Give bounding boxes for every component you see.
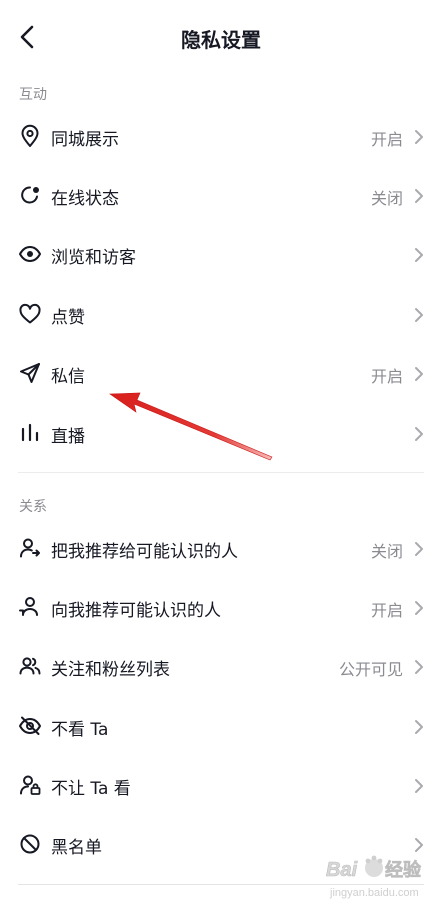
user-recommend-icon [19, 597, 38, 616]
setting-label: 黑名单 [51, 838, 102, 858]
location-pin-icon [21, 124, 39, 147]
setting-row-likes[interactable]: 点赞 [0, 286, 442, 345]
setting-value: 公开可见 [338, 660, 403, 679]
user-share-icon [20, 538, 40, 558]
svg-text:Bai: Bai [326, 859, 358, 881]
chevron-right-icon [415, 427, 423, 441]
user-lock-icon [20, 775, 41, 795]
setting-row-recommend-to-me[interactable]: 向我推荐可能认识的人 开启 [0, 579, 442, 638]
setting-value: 关闭 [370, 542, 403, 561]
paper-plane-icon [20, 363, 40, 383]
chevron-right-icon [415, 779, 423, 793]
setting-row-views-visitors[interactable]: 浏览和访客 [0, 226, 442, 285]
setting-value: 开启 [370, 367, 403, 386]
block-icon [20, 834, 40, 854]
setting-value: 开启 [370, 601, 403, 620]
setting-row-direct-message[interactable]: 私信 开启 [0, 345, 442, 404]
section-divider [18, 472, 424, 473]
setting-label: 不看 Ta [51, 720, 109, 740]
header-bar: 隐私设置 [0, 0, 442, 74]
setting-label: 同城展示 [51, 130, 119, 150]
chevron-right-icon [415, 601, 423, 615]
svg-text:经验: 经验 [385, 859, 422, 881]
setting-label: 在线状态 [51, 189, 119, 209]
svg-text:jingyan.baidu.com: jingyan.baidu.com [329, 887, 419, 899]
chevron-right-icon [415, 189, 423, 203]
eye-icon [19, 246, 41, 262]
setting-label: 私信 [51, 367, 85, 387]
setting-label: 向我推荐可能认识的人 [51, 601, 221, 621]
chevron-right-icon [415, 367, 423, 381]
setting-value: 关闭 [370, 189, 403, 208]
chevron-right-icon [415, 248, 423, 262]
setting-label: 把我推荐给可能认识的人 [51, 542, 238, 562]
setting-row-live[interactable]: 直播 [0, 405, 442, 464]
chevron-right-icon [415, 308, 423, 322]
setting-label: 点赞 [51, 308, 85, 328]
live-bars-icon [21, 423, 39, 442]
users-icon [19, 657, 41, 675]
baidu-watermark-logo: Bai 经验 jingyan.baidu.com [326, 855, 422, 899]
heart-icon [19, 303, 41, 324]
setting-value: 开启 [370, 130, 403, 149]
chevron-right-icon [415, 542, 423, 556]
setting-row-follow-fans-list[interactable]: 关注和粉丝列表 公开可见 [0, 638, 442, 697]
page-title: 隐私设置 [181, 28, 261, 52]
eye-off-icon [19, 716, 41, 735]
section-title-relationship: 关系 [19, 499, 47, 515]
setting-label: 不让 Ta 看 [51, 779, 131, 799]
online-status-icon [21, 186, 39, 204]
setting-row-hide-from-them[interactable]: 不让 Ta 看 [0, 757, 442, 816]
setting-label: 关注和粉丝列表 [51, 660, 170, 680]
setting-label: 浏览和访客 [51, 248, 136, 268]
setting-row-online-status[interactable]: 在线状态 关闭 [0, 167, 442, 226]
setting-label: 直播 [51, 427, 85, 447]
setting-row-recommend-me[interactable]: 把我推荐给可能认识的人 关闭 [0, 520, 442, 579]
setting-row-same-city[interactable]: 同城展示 开启 [0, 108, 442, 167]
chevron-right-icon [415, 720, 423, 734]
chevron-right-icon [415, 130, 423, 144]
chevron-right-icon [415, 660, 423, 674]
section-title-interaction: 互动 [19, 87, 47, 103]
setting-row-hide-their-posts[interactable]: 不看 Ta [0, 698, 442, 757]
